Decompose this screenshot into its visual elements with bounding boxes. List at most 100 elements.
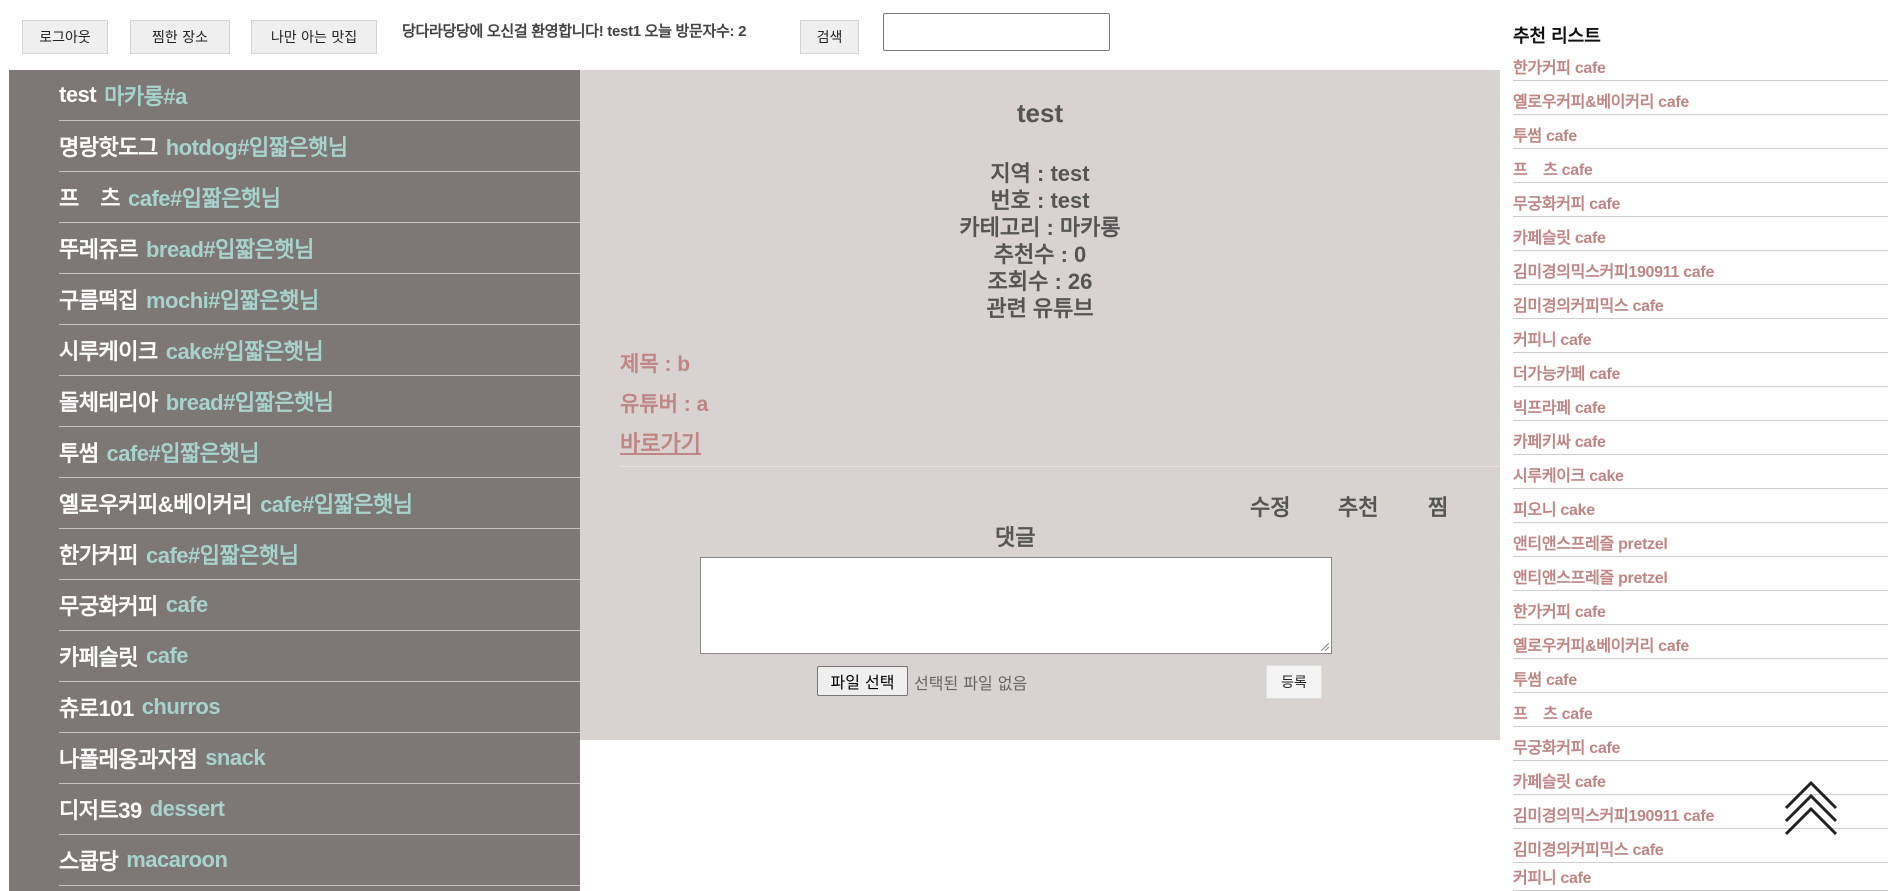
- list-item[interactable]: 한가커피 cafe#입짧은햇님: [59, 529, 580, 580]
- recommend-item[interactable]: 시루케이크 cake: [1513, 462, 1888, 489]
- recommend-item[interactable]: 무궁화커피 cafe: [1513, 190, 1888, 217]
- item-tag: 마카롱#a: [104, 84, 187, 109]
- list-item[interactable]: 스쿱당 macaroon: [59, 835, 580, 886]
- item-name: 나폴레옹과자점: [59, 747, 198, 772]
- list-item[interactable]: 명랑핫도그 hotdog#입짧은햇님: [59, 121, 580, 172]
- save-place-button[interactable]: 찜: [1428, 490, 1448, 522]
- item-tag: dessert: [149, 796, 225, 821]
- item-name: 카페슬릿: [59, 645, 138, 670]
- list-item[interactable]: 구름떡집 mochi#입짧은햇님: [59, 274, 580, 325]
- resize-grip-icon[interactable]: [1319, 641, 1329, 651]
- divider: [620, 466, 1500, 467]
- region-text: 지역 : test: [990, 161, 1090, 186]
- item-name: 옐로우커피&베이커리: [59, 492, 253, 517]
- youtube-title: 제목 : b: [620, 353, 691, 376]
- item-tag: churros: [141, 694, 221, 719]
- list-item[interactable]: 뚜레쥬르 bread#입짧은햇님: [59, 223, 580, 274]
- item-name: 뚜레쥬르: [59, 237, 138, 262]
- item-name: 프 츠: [59, 186, 120, 211]
- recommend-item[interactable]: 옐로우커피&베이커리 cafe: [1513, 632, 1888, 659]
- list-item[interactable]: 츄로101 churros: [59, 682, 580, 733]
- recommend-item[interactable]: 카페키싸 cafe: [1513, 428, 1888, 455]
- list-item[interactable]: 옐로우커피&베이커리 cafe#입짧은햇님: [59, 478, 580, 529]
- logout-button[interactable]: 로그아웃: [22, 20, 108, 54]
- search-button[interactable]: 검색: [800, 20, 859, 54]
- item-name: 스쿱당: [59, 849, 119, 874]
- list-item[interactable]: 나폴레옹과자점 snack: [59, 733, 580, 784]
- item-name: 명랑핫도그: [59, 135, 158, 160]
- youtube-link[interactable]: 바로가기: [620, 426, 701, 458]
- recommend-item[interactable]: 피오니 cake: [1513, 496, 1888, 523]
- list-item[interactable]: 디저트39 dessert: [59, 784, 580, 835]
- recommend-item[interactable]: 무궁화커피 cafe: [1513, 734, 1888, 761]
- item-tag: mochi#입짧은햇님: [145, 288, 319, 313]
- item-tag: bread#입짧은햇님: [165, 390, 334, 415]
- item-tag: cafe#입짧은햇님: [127, 186, 281, 211]
- edit-button[interactable]: 수정: [1250, 490, 1290, 522]
- recommend-item[interactable]: 카페슬릿 cafe: [1513, 224, 1888, 251]
- list-item[interactable]: 투썸 cafe#입짧은햇님: [59, 427, 580, 478]
- recommend-item[interactable]: 더가능카페 cafe: [1513, 360, 1888, 387]
- recommend-button[interactable]: 추천: [1338, 490, 1378, 522]
- item-name: 츄로101: [59, 696, 134, 721]
- recommend-item[interactable]: 투썸 cafe: [1513, 122, 1888, 149]
- list-item[interactable]: 무궁화커피 cafe: [59, 580, 580, 631]
- comment-textarea[interactable]: [700, 557, 1332, 654]
- recommend-item[interactable]: 한가커피 cafe: [1513, 598, 1888, 625]
- item-tag: cafe#입짧은햇님: [145, 543, 299, 568]
- list-item[interactable]: 프 츠 cafe#입짧은햇님: [59, 172, 580, 223]
- item-tag: snack: [205, 745, 266, 770]
- comment-heading: 댓글: [995, 525, 1036, 550]
- recommend-item[interactable]: 빅프라페 cafe: [1513, 394, 1888, 421]
- place-title: test: [1016, 98, 1064, 128]
- item-tag: cafe#입짧은햇님: [260, 492, 413, 517]
- item-tag: cafe: [145, 643, 189, 668]
- search-input[interactable]: [883, 13, 1110, 51]
- item-name: 투썸: [59, 441, 99, 466]
- item-name: 한가커피: [59, 543, 138, 568]
- recommend-item[interactable]: 프 츠 cafe: [1513, 156, 1888, 183]
- submit-comment-button[interactable]: 등록: [1266, 665, 1322, 699]
- item-tag: cafe: [165, 592, 209, 617]
- recommend-item[interactable]: 옐로우커피&베이커리 cafe: [1513, 88, 1888, 115]
- list-item[interactable]: test 마카롱#a: [59, 70, 580, 121]
- recommend-item[interactable]: 한가커피 cafe: [1513, 54, 1888, 81]
- my-places-button[interactable]: 나만 아는 맛집: [251, 20, 377, 54]
- recommend-item[interactable]: 김미경의커피믹스 cafe: [1513, 292, 1888, 319]
- item-tag: macaroon: [126, 847, 228, 872]
- recommend-item[interactable]: 김미경의믹스커피190911 cafe: [1513, 258, 1888, 285]
- recommend-item[interactable]: 커피니 cafe: [1513, 326, 1888, 353]
- recommend-item[interactable]: 커피니 cafe: [1513, 864, 1888, 891]
- place-info: 지역 : test 번호 : test 카테고리 : 마카롱 추천수 : 0 조…: [580, 160, 1500, 322]
- related-youtube-heading: 관련 유튜브: [986, 296, 1094, 321]
- saved-places-button[interactable]: 찜한 장소: [130, 20, 230, 54]
- item-name: 디저트39: [59, 798, 142, 823]
- file-select-button[interactable]: 파일 선택: [817, 666, 908, 696]
- youtube-creator: 유튜버 : a: [620, 393, 709, 416]
- item-name: 구름떡집: [59, 288, 138, 313]
- recommend-item[interactable]: 앤티앤스프레즐 pretzel: [1513, 564, 1888, 591]
- restaurant-list: test 마카롱#a 명랑핫도그 hotdog#입짧은햇님 프 츠 cafe#입짧은햇…: [9, 70, 580, 891]
- recommend-item[interactable]: 앤티앤스프레즐 pretzel: [1513, 530, 1888, 557]
- recommend-item[interactable]: 김미경의커피믹스 cafe: [1513, 836, 1888, 863]
- recommend-item[interactable]: 프 츠 cafe: [1513, 700, 1888, 727]
- double-chevron-up-icon[interactable]: [1782, 778, 1840, 840]
- item-tag: bread#입짧은햇님: [145, 237, 314, 262]
- item-tag: hotdog#입짧은햇님: [165, 135, 348, 160]
- list-item[interactable]: 시루케이크 cake#입짧은햇님: [59, 325, 580, 376]
- item-name: test: [59, 82, 97, 107]
- item-name: 돌체테리아: [59, 390, 158, 415]
- item-tag: cafe#입짧은햇님: [106, 441, 259, 466]
- item-name: 시루케이크: [59, 339, 158, 364]
- number-text: 번호 : test: [990, 188, 1090, 213]
- list-item[interactable]: 돌체테리아 bread#입짧은햇님: [59, 376, 580, 427]
- category-text: 카테고리 : 마카롱: [959, 215, 1121, 240]
- list-item[interactable]: 카페슬릿 cafe: [59, 631, 580, 682]
- file-status-text: 선택된 파일 없음: [914, 674, 1028, 693]
- recommend-item[interactable]: 투썸 cafe: [1513, 666, 1888, 693]
- item-name: 무궁화커피: [59, 594, 158, 619]
- recommend-list-title: 추천 리스트: [1513, 26, 1601, 46]
- item-tag: cake#입짧은햇님: [165, 339, 324, 364]
- detail-panel: test 지역 : test 번호 : test 카테고리 : 마카롱 추천수 …: [580, 70, 1500, 740]
- view-count-text: 조회수 : 26: [987, 269, 1093, 294]
